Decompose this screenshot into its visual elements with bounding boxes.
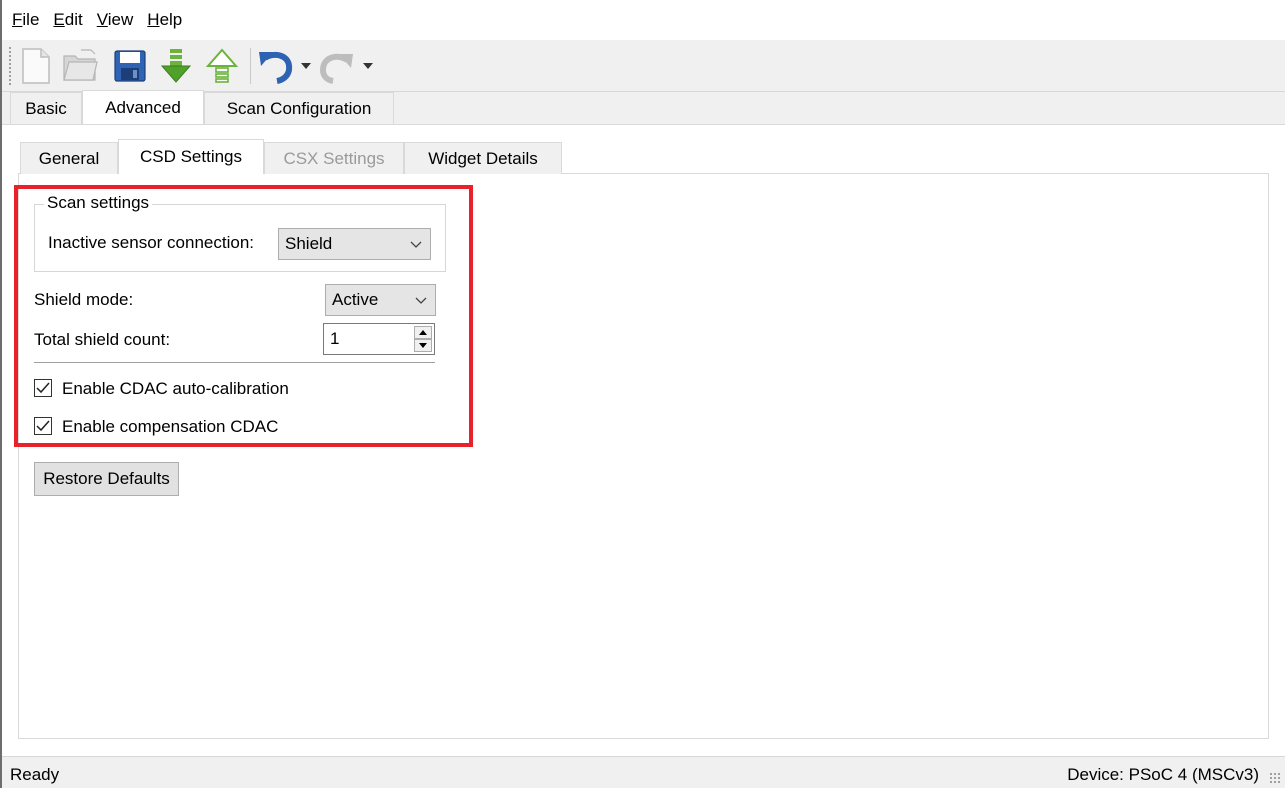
tab-advanced[interactable]: Advanced (82, 90, 204, 124)
undo-button[interactable] (256, 46, 296, 86)
dropdown-arrow-icon (363, 63, 373, 69)
redo-icon (319, 53, 353, 84)
toolbar (2, 40, 1285, 92)
tab-general[interactable]: General (20, 142, 118, 174)
save-button[interactable] (110, 46, 150, 86)
export-button[interactable] (202, 46, 242, 86)
save-icon (114, 50, 146, 82)
toolbar-separator (250, 48, 251, 84)
import-button[interactable] (156, 46, 196, 86)
tab-basic[interactable]: Basic (10, 92, 82, 124)
menu-edit[interactable]: Edit (53, 10, 82, 30)
export-arrow-up-icon (205, 48, 239, 83)
tab-csx-settings: CSX Settings (264, 142, 404, 174)
tab-csd-settings[interactable]: CSD Settings (118, 139, 264, 174)
dropdown-arrow-icon (301, 63, 311, 69)
import-arrow-down-icon (160, 49, 192, 83)
status-bar: Ready Device: PSoC 4 (MSCv3) (2, 756, 1285, 788)
redo-dropdown-button[interactable] (358, 46, 378, 86)
undo-dropdown-button[interactable] (296, 46, 316, 86)
status-text: Ready (10, 765, 60, 784)
resize-grip[interactable] (1269, 772, 1281, 784)
open-button[interactable] (60, 46, 100, 86)
menu-file[interactable]: File (12, 10, 39, 30)
tab-widget-details[interactable]: Widget Details (404, 142, 562, 174)
undo-icon (259, 51, 293, 84)
menu-help[interactable]: Help (147, 10, 182, 30)
redo-button[interactable] (316, 46, 356, 86)
highlight-box (14, 185, 473, 447)
outer-tab-bar: Basic Advanced Scan Configuration (2, 90, 1285, 125)
open-folder-icon (63, 49, 98, 81)
device-status: Device: PSoC 4 (MSCv3) (1067, 765, 1259, 784)
toolbar-grip[interactable] (8, 46, 12, 86)
new-file-button[interactable] (16, 46, 56, 86)
tab-scan-configuration[interactable]: Scan Configuration (204, 92, 394, 124)
restore-defaults-button[interactable]: Restore Defaults (34, 462, 179, 496)
new-file-icon (22, 48, 50, 84)
menu-bar: File Edit View Help (2, 0, 1285, 40)
menu-view[interactable]: View (97, 10, 134, 30)
